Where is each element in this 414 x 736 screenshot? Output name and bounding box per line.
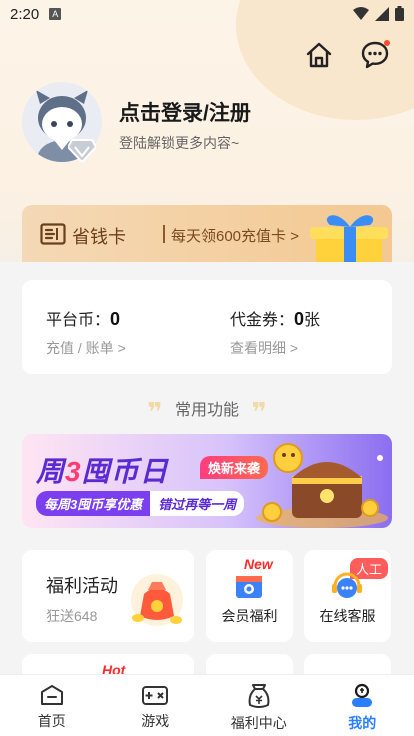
saver-card-banner[interactable]: 省钱卡 每天领600充值卡 >: [22, 205, 392, 263]
member-benefits-card[interactable]: New 会员福利: [206, 550, 293, 642]
chevron-right-icon: >: [289, 340, 299, 356]
voucher-value: 0: [294, 309, 305, 329]
saver-separator: [163, 225, 165, 243]
treasure-chest-icon: [256, 443, 388, 528]
online-service-card[interactable]: 人工 在线客服: [304, 550, 391, 642]
home-button[interactable]: [302, 38, 336, 72]
status-time: 2:20: [10, 5, 40, 23]
chevron-right-icon: >: [290, 228, 299, 245]
platform-coin-block[interactable]: 平台币：0 充值 / 账单 >: [46, 306, 126, 358]
voucher-detail-link[interactable]: 查看明细 >: [230, 338, 320, 358]
card-list-icon: [40, 223, 66, 245]
battery-icon: [395, 6, 404, 21]
status-icons: [353, 6, 404, 21]
login-register-title[interactable]: 点击登录/注册: [119, 97, 251, 127]
recharge-bill-text: 充值 / 账单: [46, 340, 114, 356]
customer-service-headset-icon: [332, 572, 362, 598]
common-features-title: ❞ 常用功能 ❞: [0, 396, 414, 428]
online-service-title: 在线客服: [319, 608, 376, 624]
promo-banner[interactable]: 周3囤币日 焕新来袭 每周3囤币享优惠 错过再等一周: [22, 434, 392, 528]
status-bar: 2:20 A: [0, 0, 414, 28]
welfare-activity-card[interactable]: 福利活动 狂送648: [22, 550, 194, 642]
wallet-card: 平台币：0 充值 / 账单 > 代金券：0张 查看明细 >: [22, 280, 392, 374]
tab-games-label: 游戏: [141, 713, 170, 729]
banner-title-num: 3: [65, 456, 82, 487]
a-notification-icon: A: [49, 8, 62, 20]
welfare-activity-title: 福利活动: [46, 576, 118, 596]
tab-home[interactable]: 首页: [0, 675, 104, 736]
member-gift-icon: [236, 576, 262, 598]
banner-title-b: 囤币日: [81, 456, 169, 487]
tab-mine-label: 我的: [348, 715, 377, 731]
quote-left-icon: ❞: [147, 397, 163, 427]
voucher-detail-text: 查看明细: [230, 340, 286, 356]
saver-desc-text: 每天领600充值卡: [171, 228, 287, 245]
welfare-activity-subtitle: 狂送648: [46, 608, 98, 624]
recharge-bill-link[interactable]: 充值 / 账单 >: [46, 338, 126, 358]
tab-home-label: 首页: [37, 713, 66, 729]
tab-games[interactable]: 游戏: [104, 675, 208, 736]
common-features-text: 常用功能: [174, 402, 239, 419]
home-icon: [40, 685, 63, 705]
gift-box-icon: [310, 215, 388, 263]
banner-subtitle: 每周3囤币享优惠 错过再等一周: [36, 490, 245, 516]
message-button[interactable]: [358, 38, 392, 72]
member-benefits-title: 会员福利: [221, 608, 278, 624]
platform-coin-label: 平台币：: [46, 312, 111, 329]
home-icon: [306, 42, 332, 68]
tab-mine[interactable]: 我的: [311, 675, 414, 736]
voucher-block[interactable]: 代金券：0张 查看明细 >: [230, 306, 320, 358]
level-diamond-icon: [68, 139, 96, 162]
saver-card-name: 省钱卡: [72, 227, 126, 247]
welfare-bag-icon: [248, 684, 270, 708]
unread-dot: [384, 40, 390, 46]
voucher-unit: 张: [304, 312, 321, 329]
signal-icon: [375, 6, 389, 21]
platform-coin-value: 0: [110, 309, 121, 329]
bottom-tab-bar: 首页 游戏 福利中心 我的: [0, 674, 414, 736]
quote-right-icon: ❞: [251, 397, 267, 427]
banner-title: 周3囤币日: [36, 450, 169, 490]
tab-welfare-center[interactable]: 福利中心: [207, 675, 311, 736]
banner-sub-a: 每周3囤币享优惠: [36, 490, 151, 516]
chevron-right-icon: >: [117, 340, 126, 356]
saver-card-description: 每天领600充值卡 >: [171, 225, 299, 246]
gamepad-icon: [142, 686, 169, 705]
banner-title-a: 周: [36, 456, 66, 487]
wifi-icon: [353, 6, 369, 20]
profile-icon: [352, 683, 373, 707]
login-subtitle: 登陆解锁更多内容~: [119, 135, 240, 151]
red-envelope-bag-icon: [131, 574, 183, 626]
voucher-label: 代金券：: [230, 312, 295, 329]
tab-welfare-center-label: 福利中心: [230, 715, 287, 731]
banner-sub-b: 错过再等一周: [150, 490, 245, 516]
